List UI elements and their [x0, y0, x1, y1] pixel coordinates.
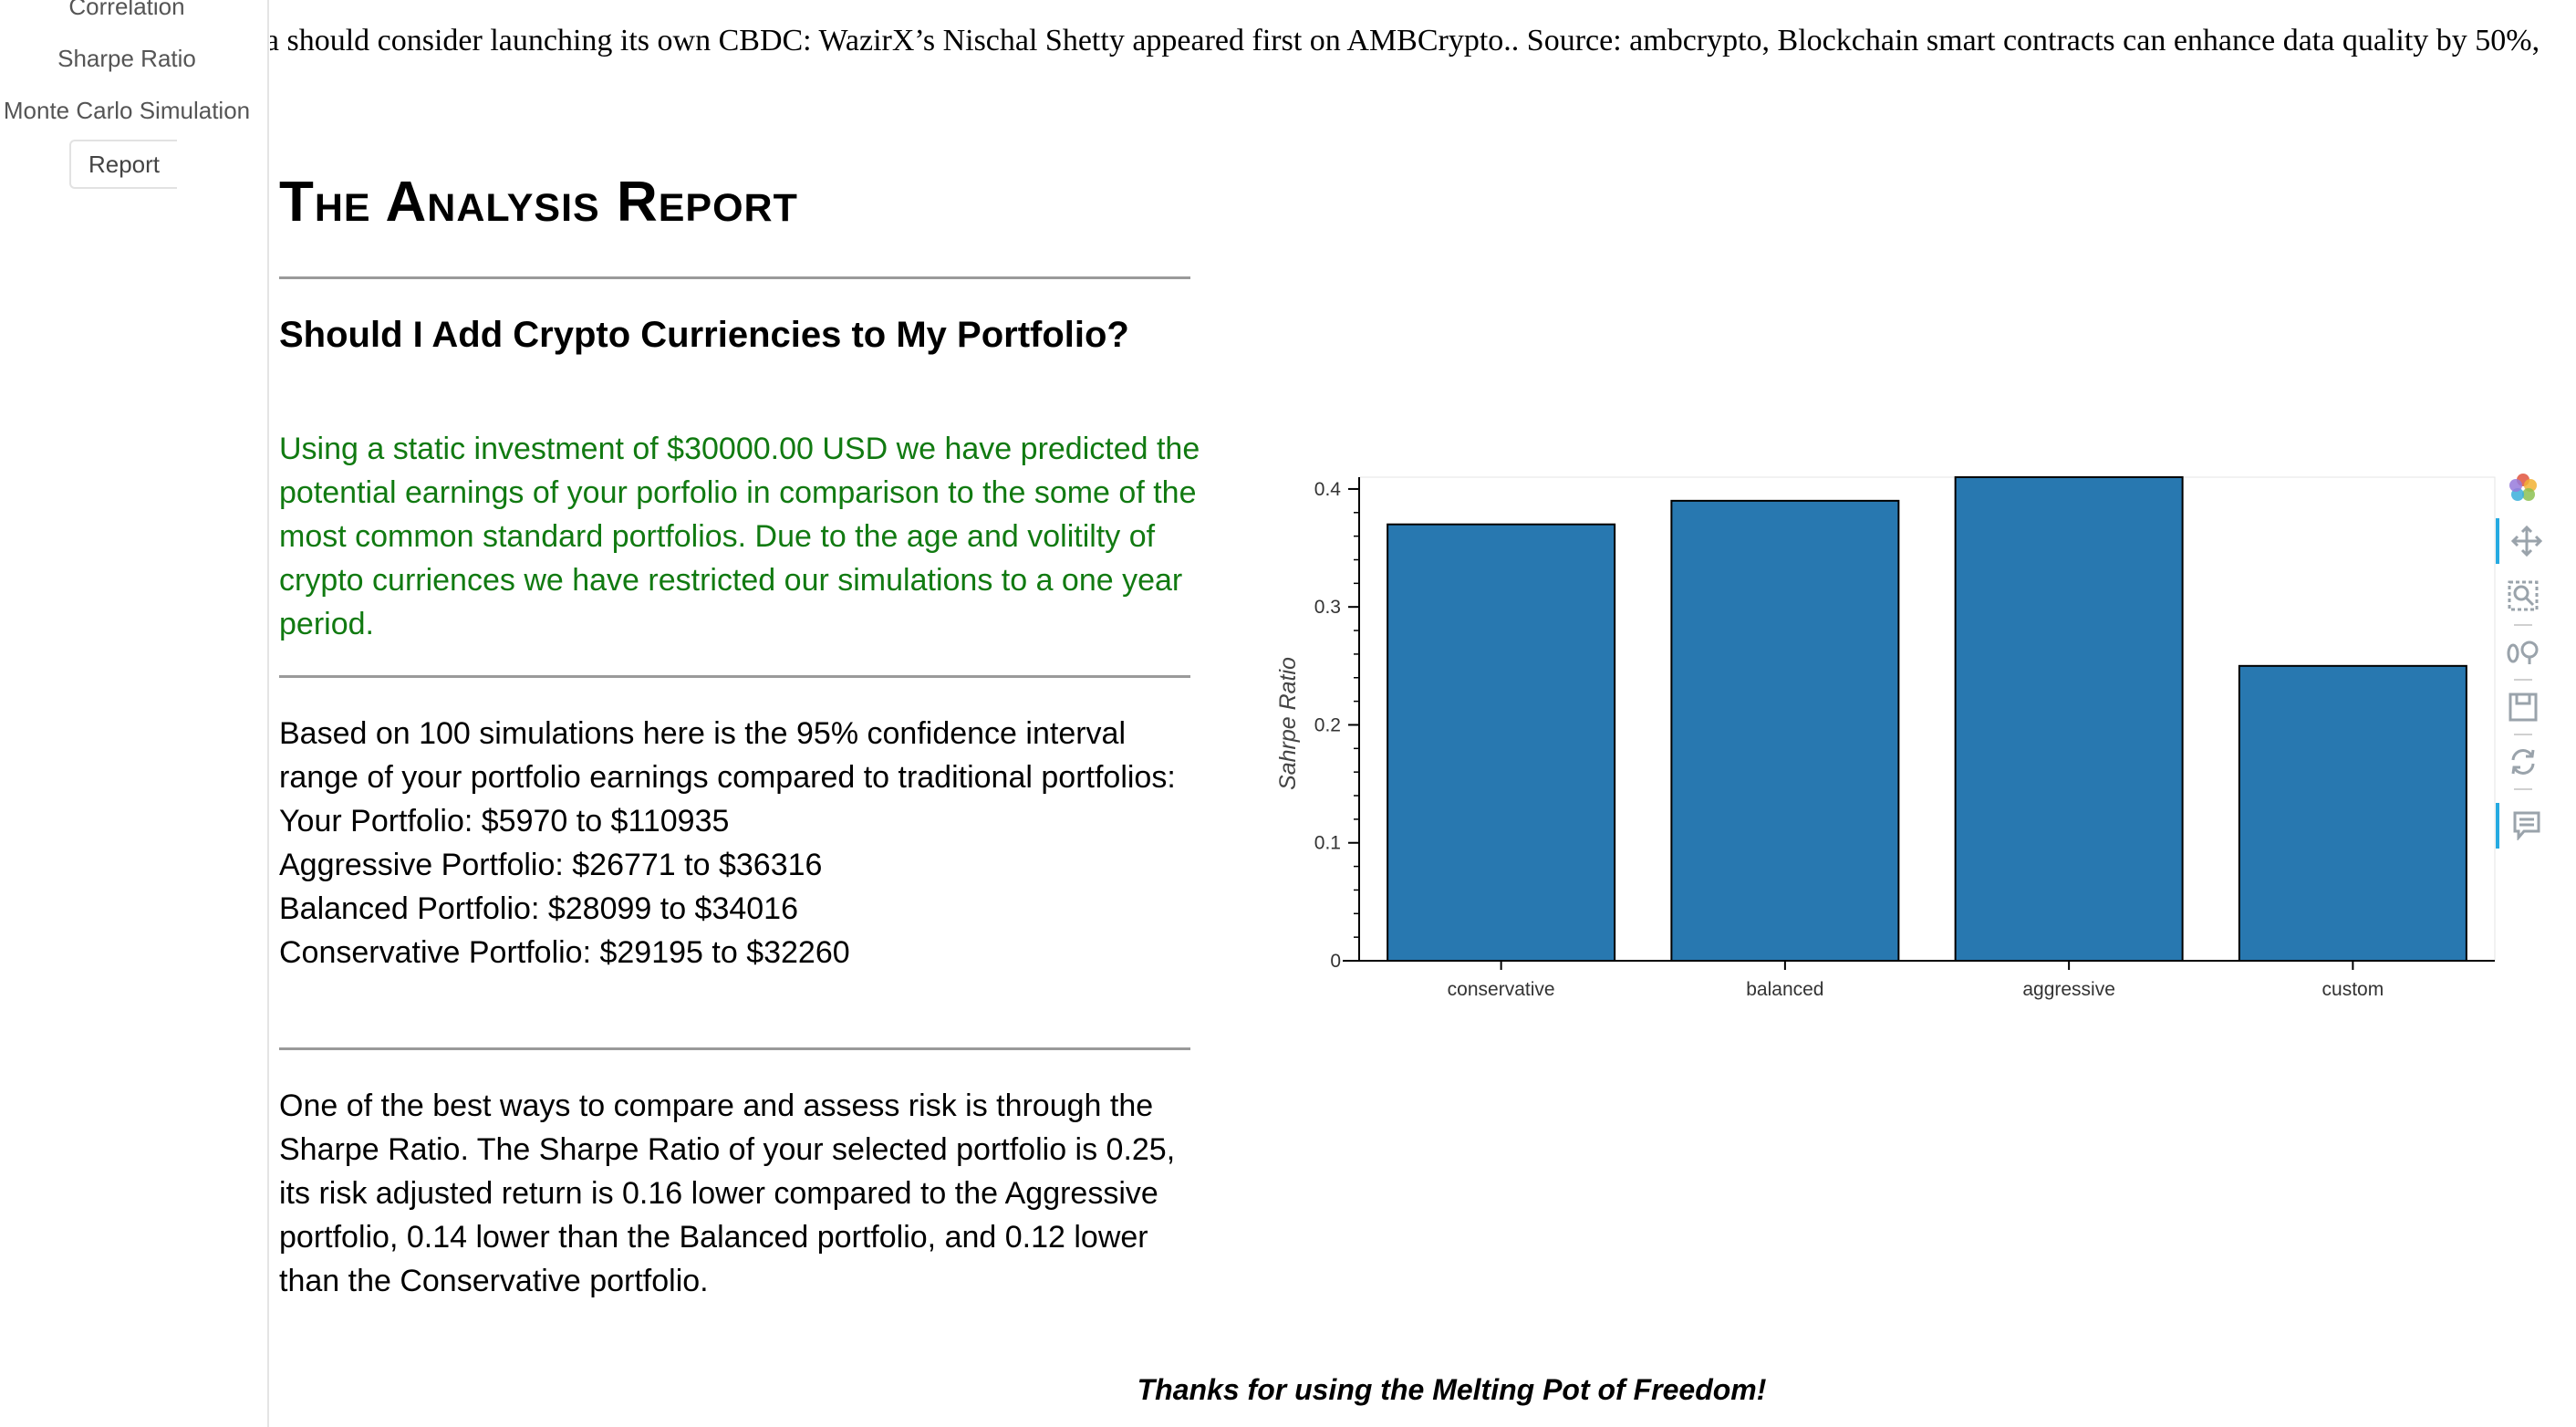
x-tick-label-custom: custom [2322, 979, 2384, 1000]
section-heading: Should I Add Crypto Curriencies to My Po… [279, 315, 1129, 355]
x-tick-label-conservative: conservative [1448, 979, 1555, 1000]
y-tick-label: 0.1 [1314, 833, 1341, 854]
sharpe-ratio-bar-chart[interactable]: conservative balanced aggressive custom 0 0.1… [1268, 461, 2518, 1026]
x-tick-label-aggressive: aggressive [2022, 979, 2115, 1000]
y-axis-label: Sahrpe Ratio [1275, 657, 1301, 790]
confidence-intro: Based on 100 simulations here is the 95%… [279, 716, 1176, 795]
confidence-interval-block: Based on 100 simulations here is the 95%… [279, 712, 1200, 974]
bar-custom [2238, 664, 2467, 963]
page-title: The Analysis Report [279, 171, 798, 234]
pan-icon[interactable] [2496, 518, 2554, 564]
bokeh-logo-icon[interactable] [2496, 465, 2550, 511]
box-zoom-icon[interactable] [2496, 573, 2550, 619]
save-icon[interactable] [2496, 684, 2550, 730]
bar-balanced [1670, 499, 1900, 962]
sharpe-text: One of the best ways to compare and asse… [279, 1088, 1176, 1298]
divider [279, 1047, 1190, 1050]
divider [279, 276, 1190, 279]
sidebar: Correlation Sharpe Ratio Monte Carlo Sim… [0, 0, 269, 1427]
wheel-zoom-icon[interactable] [2496, 630, 2550, 675]
sidebar-item-report[interactable]: Report [69, 140, 177, 189]
toolbar-divider [2514, 679, 2532, 681]
divider [279, 675, 1190, 678]
thanks-footer: Thanks for using the Melting Pot of Free… [1137, 1373, 1767, 1406]
y-tick-label: 0 [1330, 951, 1341, 972]
bar-aggressive [1954, 476, 2184, 962]
sidebar-item-sharpe-ratio[interactable]: Sharpe Ratio [0, 45, 254, 73]
ci-aggressive-portfolio: Aggressive Portfolio: $26771 to $36316 [279, 848, 823, 882]
toolbar-divider [2514, 734, 2532, 735]
toolbar-divider [2514, 788, 2532, 790]
sidebar-item-monte-carlo[interactable]: Monte Carlo Simulation [0, 97, 254, 125]
x-tick-label-balanced: balanced [1746, 979, 1823, 1000]
ci-your-portfolio: Your Portfolio: $5970 to $110935 [279, 804, 730, 838]
intro-text: Using a static investment of $30000.00 U… [279, 432, 1200, 641]
y-tick-label: 0.2 [1314, 714, 1341, 735]
chart-toolbar [2496, 465, 2550, 867]
sidebar-item-correlation[interactable]: Correlation [0, 0, 254, 21]
bar-conservative [1387, 523, 1616, 963]
ci-conservative-portfolio: Conservative Portfolio: $29195 to $32260 [279, 935, 850, 970]
hover-icon[interactable] [2496, 803, 2554, 849]
y-tick-label: 0.3 [1314, 597, 1341, 618]
ci-balanced-portfolio: Balanced Portfolio: $28099 to $34016 [279, 891, 799, 926]
reset-icon[interactable] [2496, 739, 2550, 785]
toolbar-divider [2514, 624, 2532, 626]
y-tick-label: 0.4 [1314, 479, 1342, 500]
news-ticker: lia should consider launching its own CB… [270, 24, 2540, 57]
